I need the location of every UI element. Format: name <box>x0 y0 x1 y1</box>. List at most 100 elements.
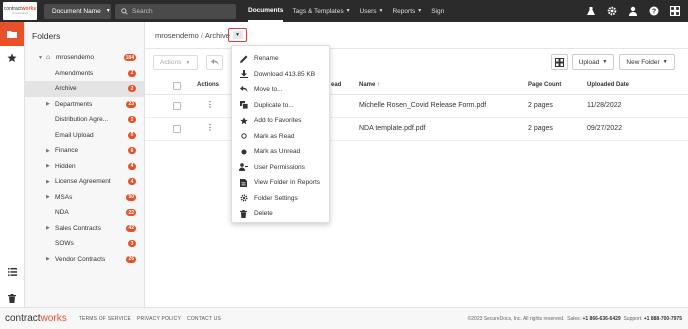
folder-item[interactable]: ▶ Hidden 4 <box>25 159 144 175</box>
document-type-select[interactable]: Document Name ▼ <box>44 3 111 19</box>
caret-right-icon[interactable]: ▶ <box>46 179 50 185</box>
grid-view-icon <box>555 57 564 67</box>
folder-count-badge: 50 <box>126 193 136 201</box>
col-actions: Actions <box>197 82 220 88</box>
folders-rail-button[interactable] <box>0 22 24 46</box>
folder-item[interactable]: Distribution Agre... 2 <box>25 112 144 128</box>
download-icon <box>239 70 248 79</box>
menu-duplicate[interactable]: Duplicate to... <box>232 98 329 114</box>
page-count: 2 pages <box>528 102 553 109</box>
actions-dropdown[interactable]: Actions ▼ <box>153 55 198 70</box>
col-read[interactable]: ead <box>331 82 341 88</box>
folder-label: Email Upload <box>55 131 94 139</box>
menu-rename[interactable]: Rename <box>232 51 329 67</box>
nav-tags-templates[interactable]: Tags & Templates ▼ <box>292 0 350 22</box>
file-name[interactable]: NDA template.pdf.pdf <box>359 125 426 132</box>
folder-label: mrosendemo <box>56 54 94 62</box>
footer-copyright: ©2023 SecureDocs, Inc. All rights reserv… <box>467 315 682 322</box>
select-all-checkbox[interactable] <box>173 82 181 90</box>
folder-item[interactable]: ▶ Departments 23 <box>25 97 144 113</box>
folder-item[interactable]: ▶ Finance 6 <box>25 143 144 159</box>
row-menu-icon[interactable]: ⋮ <box>206 100 214 109</box>
row-menu-icon[interactable]: ⋮ <box>206 123 214 132</box>
nav-sign[interactable]: Sign <box>431 0 444 22</box>
caret-down-icon[interactable]: ▼ <box>38 55 43 61</box>
top-bar: contractworks by securedocs Document Nam… <box>0 0 688 22</box>
help-icon[interactable]: ? <box>648 5 659 16</box>
folder-item[interactable]: NDA 22 <box>25 205 144 221</box>
flask-icon[interactable] <box>585 5 596 16</box>
menu-folder-settings[interactable]: Folder Settings <box>232 191 329 207</box>
nav-users[interactable]: Users ▼ <box>360 0 384 22</box>
list-view-rail-button[interactable] <box>0 260 24 284</box>
terms-link[interactable]: TERMS OF SERVICE <box>79 316 131 322</box>
apps-grid-icon[interactable] <box>669 5 680 16</box>
upload-button[interactable]: Upload ▼ <box>572 54 614 70</box>
file-name[interactable]: Michelle Rosen_Covid Release Form.pdf <box>359 102 486 109</box>
trash-icon <box>239 209 248 218</box>
folder-item[interactable]: Amendments 2 <box>25 66 144 82</box>
chevron-down-icon: ▼ <box>378 8 384 14</box>
table-row[interactable]: ⋮ Michelle Rosen_Covid Release Form.pdf … <box>145 95 688 118</box>
folder-count-badge: 4 <box>128 162 136 170</box>
folder-item[interactable]: ▶ Sales Contracts 42 <box>25 221 144 237</box>
folder-label: Vendor Contracts <box>55 255 106 263</box>
folder-item[interactable]: ▶ Vendor Contracts 26 <box>25 252 144 268</box>
search-box[interactable] <box>115 3 236 19</box>
col-page-count[interactable]: Page Count <box>528 82 561 88</box>
menu-user-permissions[interactable]: User Permissions <box>232 160 329 176</box>
folder-count-badge: 42 <box>126 224 136 232</box>
privacy-link[interactable]: PRIVACY POLICY <box>137 316 181 322</box>
row-checkbox[interactable] <box>173 102 181 110</box>
folder-item[interactable]: ▶ License Agreement 4 <box>25 174 144 190</box>
folder-count-badge: 23 <box>126 100 136 108</box>
undo-button[interactable] <box>206 55 223 70</box>
circle-outline-icon <box>239 132 248 141</box>
menu-mark-read[interactable]: Mark as Read <box>232 129 329 145</box>
favorites-rail-button[interactable] <box>0 46 24 70</box>
caret-right-icon[interactable]: ▶ <box>46 256 50 262</box>
row-checkbox[interactable] <box>173 125 181 133</box>
folder-count-badge: 2 <box>128 116 136 124</box>
menu-delete[interactable]: Delete <box>232 206 329 222</box>
gear-icon[interactable] <box>606 5 617 16</box>
search-input[interactable] <box>132 7 232 15</box>
list-icon <box>7 268 17 276</box>
menu-mark-unread[interactable]: Mark as Unread <box>232 144 329 160</box>
user-icon[interactable] <box>627 5 638 16</box>
folder-item[interactable]: Archive 2 <box>25 81 144 97</box>
divider <box>145 48 688 49</box>
folder-menu-toggle[interactable]: ▼ <box>228 28 247 42</box>
caret-right-icon[interactable]: ▶ <box>46 194 50 200</box>
caret-right-icon[interactable]: ▶ <box>46 101 50 107</box>
folder-item[interactable]: Email Upload 0 <box>25 128 144 144</box>
menu-view-in-reports[interactable]: View Folder In Reports <box>232 175 329 191</box>
caret-right-icon[interactable]: ▶ <box>46 225 50 231</box>
nav-documents[interactable]: Documents <box>248 0 284 22</box>
contact-link[interactable]: CONTACT US <box>187 316 221 322</box>
folders-title: Folders <box>32 31 61 41</box>
folder-item[interactable]: ▼ ⌂ mrosendemo 184 <box>25 50 144 66</box>
col-uploaded-date[interactable]: Uploaded Date <box>587 82 629 88</box>
menu-download[interactable]: Download 413.85 KB <box>232 67 329 83</box>
caret-right-icon[interactable]: ▶ <box>46 163 50 169</box>
menu-move-to[interactable]: Move to... <box>232 82 329 98</box>
folder-label: License Agreement <box>55 178 111 186</box>
chevron-down-icon: ▼ <box>185 59 191 66</box>
folder-count-badge: 2 <box>128 69 136 77</box>
nav-reports[interactable]: Reports ▼ <box>392 0 422 22</box>
new-folder-button[interactable]: New Folder ▼ <box>619 54 675 70</box>
folder-label: Departments <box>55 100 93 108</box>
grid-view-button[interactable] <box>551 54 568 70</box>
contractworks-logo[interactable]: contractworks by securedocs <box>3 2 37 20</box>
col-name[interactable]: Name ↑ <box>359 82 380 88</box>
folder-item[interactable]: ▶ MSAs 50 <box>25 190 144 206</box>
folder-count-badge: 26 <box>126 255 136 263</box>
folder-item[interactable]: SOWs 3 <box>25 236 144 252</box>
caret-right-icon[interactable]: ▶ <box>46 148 50 154</box>
folder-count-badge: 6 <box>128 147 136 155</box>
table-header: Actions ead Name ↑ Page Count Uploaded D… <box>145 77 688 95</box>
table-row[interactable]: ⋮ NDA template.pdf.pdf 2 pages 09/27/202… <box>145 118 688 141</box>
menu-add-favorites[interactable]: Add to Favorites <box>232 113 329 129</box>
breadcrumb-root[interactable]: mrosendemo <box>155 31 199 40</box>
